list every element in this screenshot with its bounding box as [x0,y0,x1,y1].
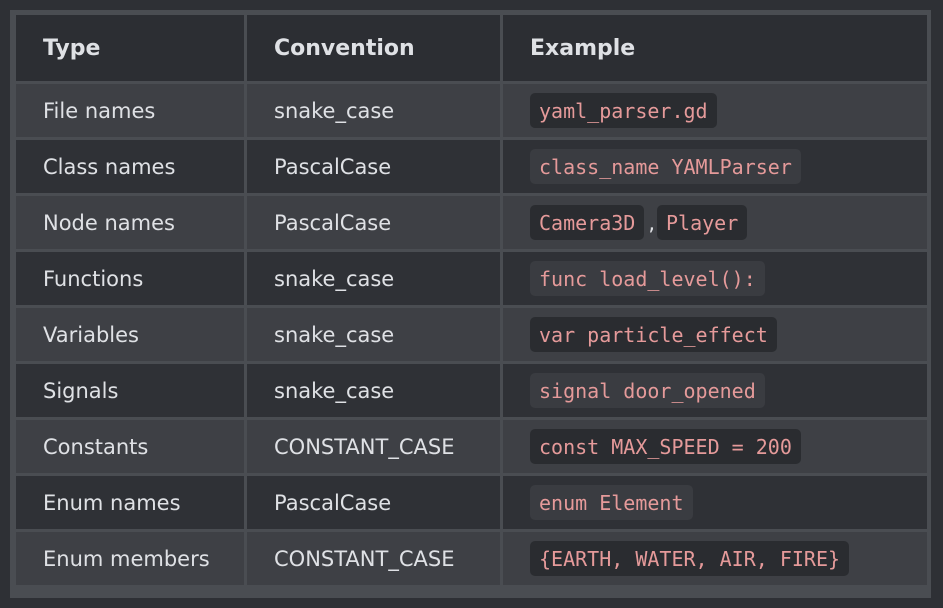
convention-cell: snake_case [247,308,500,361]
column-header-convention: Convention [247,15,500,81]
type-cell: Node names [16,196,244,249]
example-cell: func load_level(): [503,252,927,305]
convention-cell: CONSTANT_CASE [247,420,500,473]
table-row: Class names PascalCase class_name YAMLPa… [16,140,927,193]
code-snippet: yaml_parser.gd [530,93,717,128]
convention-cell: snake_case [247,364,500,417]
type-cell: Class names [16,140,244,193]
table-row: Variables snake_case var particle_effect [16,308,927,361]
code-snippet: const MAX_SPEED = 200 [530,429,801,464]
type-cell: File names [16,84,244,137]
code-snippet: var particle_effect [530,317,777,352]
code-snippet: signal door_opened [530,373,765,408]
example-cell: var particle_effect [503,308,927,361]
convention-cell: PascalCase [247,196,500,249]
naming-conventions-table: Type Convention Example File names snake… [13,12,930,588]
column-header-example: Example [503,15,927,81]
code-snippet: {EARTH, WATER, AIR, FIRE} [530,541,850,576]
code-snippet: Camera3D [530,205,645,240]
convention-cell: snake_case [247,252,500,305]
type-cell: Constants [16,420,244,473]
type-cell: Signals [16,364,244,417]
table-row: Node names PascalCase Camera3D, Player [16,196,927,249]
convention-cell: PascalCase [247,140,500,193]
table-row: Functions snake_case func load_level(): [16,252,927,305]
convention-cell: CONSTANT_CASE [247,532,500,585]
example-separator: , [648,211,656,235]
example-cell: {EARTH, WATER, AIR, FIRE} [503,532,927,585]
type-cell: Enum names [16,476,244,529]
code-snippet: enum Element [530,485,693,520]
table-row: File names snake_case yaml_parser.gd [16,84,927,137]
example-cell: const MAX_SPEED = 200 [503,420,927,473]
example-cell: Camera3D, Player [503,196,927,249]
code-snippet: Player [657,205,748,240]
code-snippet: class_name YAMLParser [530,149,801,184]
table-row: Signals snake_case signal door_opened [16,364,927,417]
example-cell: yaml_parser.gd [503,84,927,137]
table-header-row: Type Convention Example [16,15,927,81]
convention-cell: snake_case [247,84,500,137]
table-row: Enum names PascalCase enum Element [16,476,927,529]
column-header-type: Type [16,15,244,81]
type-cell: Functions [16,252,244,305]
table-row: Constants CONSTANT_CASE const MAX_SPEED … [16,420,927,473]
table-row: Enum members CONSTANT_CASE {EARTH, WATER… [16,532,927,585]
convention-cell: PascalCase [247,476,500,529]
example-cell: signal door_opened [503,364,927,417]
type-cell: Variables [16,308,244,361]
example-cell: class_name YAMLParser [503,140,927,193]
example-cell: enum Element [503,476,927,529]
naming-conventions-table-frame: Type Convention Example File names snake… [10,10,931,598]
type-cell: Enum members [16,532,244,585]
code-snippet: func load_level(): [530,261,765,296]
